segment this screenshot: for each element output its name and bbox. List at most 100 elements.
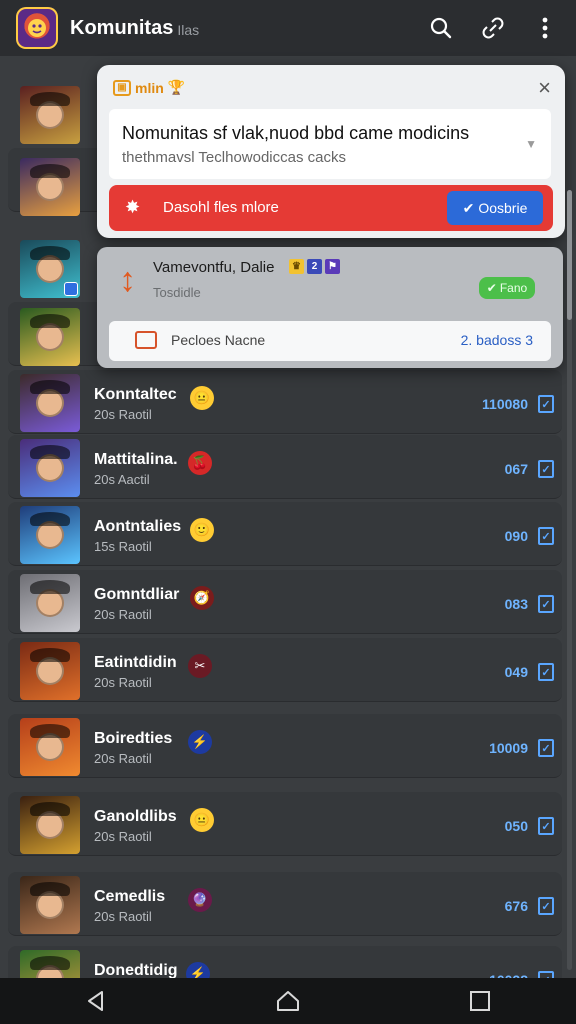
table-row[interactable] bbox=[8, 638, 562, 702]
row-subtitle: 20s Raotil bbox=[94, 407, 152, 422]
chevron-down-icon[interactable]: ▼ bbox=[525, 137, 537, 151]
row-name: Aontntalies bbox=[94, 518, 182, 535]
panel-subtitle: Tosdidle bbox=[153, 285, 201, 300]
row-count: 049 bbox=[504, 664, 528, 680]
checkbox[interactable]: ✓ bbox=[538, 817, 554, 835]
emoji-icon: 🧭 bbox=[190, 586, 214, 610]
row-subtitle: 15s Raotil bbox=[94, 539, 152, 554]
table-row[interactable] bbox=[8, 370, 562, 434]
avatar[interactable] bbox=[20, 718, 80, 776]
scrollbar[interactable] bbox=[567, 190, 572, 970]
row-subtitle: 20s Raotil bbox=[94, 675, 152, 690]
avatar[interactable] bbox=[20, 876, 80, 934]
avatar[interactable] bbox=[20, 796, 80, 854]
row-name: Gomntdliar bbox=[94, 586, 180, 603]
app-badge-icon: ▣ bbox=[113, 79, 131, 96]
notification-card[interactable]: ▣ mlin 🏆 × Nomunitas sf vlak,nuod bbd ca… bbox=[97, 65, 565, 238]
notification-title: Nomunitas sf vlak,nuod bbd came modicins bbox=[122, 123, 470, 143]
trophy-icon: 🏆 bbox=[167, 79, 186, 95]
row-count: 090 bbox=[504, 528, 528, 544]
home-icon[interactable] bbox=[264, 981, 312, 1021]
burst-icon: ✸ bbox=[125, 197, 141, 217]
panel-title: Vamevontfu, Dalie bbox=[153, 259, 275, 276]
checkbox[interactable]: ✓ bbox=[538, 527, 554, 545]
emoji-icon: ✂ bbox=[188, 654, 212, 678]
notification-action-bar[interactable]: ✸ Dasohl fles mlore ✔ Oosbrie bbox=[109, 185, 553, 231]
row-subtitle: 20s Raotil bbox=[94, 909, 152, 924]
info-panel[interactable]: ↕ Vamevontfu, Dalie ♛ 2 ⚑ Tosdidle ✔ Fan… bbox=[97, 247, 563, 368]
more-vert-icon[interactable] bbox=[528, 11, 562, 45]
row-name: Eatintdidin bbox=[94, 654, 177, 671]
table-row[interactable] bbox=[8, 946, 562, 978]
crown-icon: ♛ bbox=[289, 259, 304, 274]
table-row[interactable] bbox=[8, 792, 562, 856]
row-subtitle: 20s Raotil bbox=[94, 751, 152, 766]
row-name: Cemedlis bbox=[94, 888, 166, 905]
emoji-icon: 😐 bbox=[190, 808, 214, 832]
check-icon: ✔ bbox=[462, 199, 475, 216]
row-name: Ganoldlibs bbox=[94, 808, 177, 825]
close-icon[interactable]: × bbox=[538, 77, 551, 99]
checkbox[interactable]: ✓ bbox=[538, 460, 554, 478]
avatar[interactable] bbox=[20, 158, 80, 216]
emoji-icon: ⚡ bbox=[188, 730, 212, 754]
notification-text: thethmavsl Teclhowodiccas cacks bbox=[122, 149, 346, 166]
scrollbar-thumb[interactable] bbox=[567, 190, 572, 320]
table-row[interactable] bbox=[8, 714, 562, 778]
emoji-icon: 🍒 bbox=[188, 451, 212, 475]
table-row[interactable] bbox=[8, 872, 562, 936]
card-icon bbox=[135, 331, 157, 349]
emoji-icon: 🔮 bbox=[188, 888, 212, 912]
app-subtitle: Ilas bbox=[177, 22, 200, 38]
avatar[interactable] bbox=[20, 86, 80, 144]
notification-app-label: mlin bbox=[135, 79, 164, 96]
row-count: 10009 bbox=[489, 740, 528, 756]
panel-badges: ♛ 2 ⚑ bbox=[289, 259, 340, 274]
row-count: 067 bbox=[504, 461, 528, 477]
table-row[interactable] bbox=[8, 570, 562, 634]
confirm-button[interactable]: ✔ Oosbrie bbox=[447, 191, 543, 225]
check-icon: ✔ bbox=[486, 281, 497, 295]
avatar[interactable] bbox=[20, 240, 80, 298]
recents-icon[interactable] bbox=[456, 981, 504, 1021]
avatar[interactable] bbox=[20, 308, 80, 366]
avatar[interactable] bbox=[20, 950, 80, 978]
avatar[interactable] bbox=[20, 506, 80, 564]
row-count: 050 bbox=[504, 818, 528, 834]
panel-field[interactable]: Pecloes Nacne 2. badoss 3 bbox=[109, 321, 551, 361]
avatar[interactable] bbox=[20, 574, 80, 632]
notification-action-label: Dasohl fles mlore bbox=[163, 199, 279, 216]
emoji-icon: 😐 bbox=[190, 386, 214, 410]
table-row[interactable] bbox=[8, 502, 562, 566]
avatar[interactable] bbox=[20, 439, 80, 497]
checkbox[interactable]: ✓ bbox=[538, 663, 554, 681]
checkbox[interactable]: ✓ bbox=[538, 739, 554, 757]
avatar[interactable] bbox=[20, 642, 80, 700]
row-name: Mattitalina. bbox=[94, 451, 178, 468]
game-logo-icon[interactable] bbox=[16, 7, 58, 49]
status-badge[interactable]: ✔ Fano bbox=[479, 277, 535, 299]
row-subtitle: 20s Aactil bbox=[94, 472, 150, 487]
avatar[interactable] bbox=[20, 374, 80, 432]
panel-field-value: 2. badoss 3 bbox=[460, 332, 533, 348]
app-title: Komunitas bbox=[70, 16, 174, 39]
notification-body[interactable]: Nomunitas sf vlak,nuod bbd came modicins… bbox=[109, 109, 551, 179]
flag-icon: ⚑ bbox=[325, 259, 340, 274]
swap-arrows-icon: ↕ bbox=[119, 261, 136, 299]
row-name: Konntaltec bbox=[94, 386, 177, 403]
row-name: Donedtidig bbox=[94, 962, 178, 978]
row-count: 676 bbox=[504, 898, 528, 914]
panel-field-label: Pecloes Nacne bbox=[171, 332, 266, 348]
row-subtitle: 20s Raotil bbox=[94, 829, 152, 844]
table-row[interactable] bbox=[8, 435, 562, 499]
checkbox[interactable]: ✓ bbox=[538, 897, 554, 915]
row-count: 110080 bbox=[482, 396, 528, 412]
checkbox[interactable]: ✓ bbox=[538, 971, 554, 978]
back-icon[interactable] bbox=[72, 981, 120, 1021]
checkbox[interactable]: ✓ bbox=[538, 395, 554, 413]
app-bar: Komunitas Ilas bbox=[0, 0, 576, 56]
link-icon[interactable] bbox=[476, 11, 510, 45]
emoji-icon: 🙂 bbox=[190, 518, 214, 542]
search-icon[interactable] bbox=[424, 11, 458, 45]
checkbox[interactable]: ✓ bbox=[538, 595, 554, 613]
